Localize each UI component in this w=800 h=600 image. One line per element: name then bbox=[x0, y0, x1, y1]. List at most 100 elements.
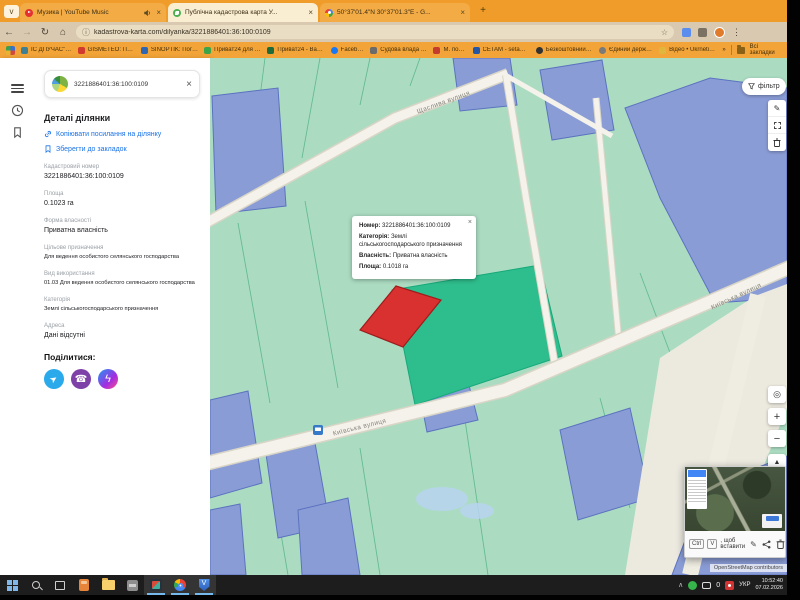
details-title: Деталі ділянки bbox=[44, 113, 200, 123]
map-attribution-link[interactable]: OpenStreetMap contributors bbox=[710, 564, 787, 572]
sidebar-rail bbox=[0, 58, 34, 575]
screenshot-toast[interactable]: Ctrl V , щоб вставити ✎ bbox=[684, 466, 786, 558]
language-indicator[interactable]: УКР bbox=[739, 582, 750, 588]
popup-close-icon[interactable]: × bbox=[468, 218, 472, 228]
screenshot-mini-panel bbox=[687, 469, 707, 509]
tab-close-icon[interactable]: × bbox=[308, 8, 313, 17]
select-area-button[interactable] bbox=[768, 117, 786, 134]
bookmark-item[interactable]: Безкоштовний зак... bbox=[536, 47, 593, 54]
new-tab-button[interactable]: + bbox=[476, 4, 490, 18]
address-bar[interactable]: ⓘ kadastrova-karta.com/dilyanka/32218864… bbox=[76, 25, 674, 39]
discard-trash-icon[interactable] bbox=[776, 539, 785, 549]
apps-grid-icon[interactable] bbox=[6, 46, 15, 55]
screen-edge bbox=[0, 595, 800, 600]
copy-link-button[interactable]: Копіювати посилання на ділянку bbox=[44, 130, 200, 138]
pinned-extension-icon[interactable] bbox=[682, 28, 691, 37]
bookmark-item[interactable]: Єдиний держав... bbox=[599, 47, 653, 54]
zoom-out-button[interactable]: − bbox=[768, 430, 786, 447]
bookmark-item[interactable]: Приват24 для бізне... bbox=[204, 47, 261, 54]
taskbar-search-button[interactable] bbox=[24, 575, 48, 595]
bookmark-item[interactable]: Судова влада Укра... bbox=[370, 47, 427, 54]
speaker-icon[interactable] bbox=[143, 9, 152, 17]
annotate-pen-icon[interactable]: ✎ bbox=[750, 539, 757, 549]
menu-hamburger-icon[interactable] bbox=[11, 82, 24, 95]
tray-green-app-icon[interactable] bbox=[688, 581, 697, 590]
bookmark-item[interactable]: SINOPTIK: Погода в... bbox=[141, 47, 198, 54]
bookmark-label: Судова влада Укра... bbox=[380, 47, 427, 53]
bookmarks-right: » Всі закладки bbox=[722, 44, 781, 56]
bookmark-item[interactable]: GISMETEO: Погода... bbox=[78, 47, 135, 54]
bus-stop-icon bbox=[313, 425, 323, 435]
start-button[interactable] bbox=[0, 575, 24, 595]
water-area bbox=[416, 487, 468, 511]
bookmark-item[interactable]: ІС ДПУЧАС"(12) bbox=[21, 47, 72, 54]
field-label: Цільове призначення bbox=[44, 245, 200, 251]
photos-app-icon bbox=[150, 579, 162, 591]
clear-search-icon[interactable]: × bbox=[186, 79, 192, 90]
filter-button[interactable]: фільтр bbox=[742, 78, 786, 95]
copy-link-icon bbox=[44, 130, 52, 138]
ctrl-key-label: Ctrl bbox=[689, 539, 704, 549]
telegram-share-icon[interactable]: ➤ bbox=[44, 369, 64, 389]
parcel-search-input[interactable]: 3221886401:36:100:0109 × bbox=[44, 70, 200, 98]
clipboard-app-button[interactable] bbox=[72, 575, 96, 595]
save-bookmark-button[interactable]: Зберегти до закладок bbox=[44, 145, 200, 153]
browser-tabstrip: v Музика | YouTube Music × Публічна када… bbox=[0, 0, 787, 22]
bookmarks-overflow-icon[interactable]: » bbox=[722, 47, 725, 53]
filter-funnel-icon bbox=[748, 83, 755, 90]
bookmark-favicon bbox=[141, 47, 148, 54]
screenshot-toolbar: Ctrl V , щоб вставити ✎ bbox=[685, 531, 785, 557]
clock-date: 07.02.2026 bbox=[755, 585, 783, 592]
tray-expand-icon[interactable]: ∧ bbox=[678, 581, 683, 589]
tab-search-button[interactable]: v bbox=[4, 5, 19, 18]
screenshot-preview[interactable] bbox=[685, 467, 785, 531]
clipboard-app-icon bbox=[79, 579, 89, 591]
file-explorer-button[interactable] bbox=[96, 575, 120, 595]
bookmark-item[interactable]: Відео • Ukrnetica7... bbox=[659, 47, 716, 54]
home-button[interactable]: ⌂ bbox=[54, 27, 72, 38]
reload-button[interactable]: ↻ bbox=[36, 27, 54, 38]
chrome-app-button[interactable] bbox=[168, 575, 192, 595]
back-button[interactable]: ← bbox=[0, 27, 18, 38]
tab-cadastral-map[interactable]: Публічна кадастрова карта У... × bbox=[168, 3, 318, 22]
toolbar-right: ⋮ bbox=[682, 27, 741, 38]
tray-red-app-icon[interactable] bbox=[725, 581, 734, 590]
bookmarks-rail-icon[interactable] bbox=[11, 126, 24, 139]
utility-app-button[interactable] bbox=[120, 575, 144, 595]
bookmark-item[interactable]: Facebook bbox=[331, 47, 365, 54]
tab-close-icon[interactable]: × bbox=[460, 8, 465, 17]
task-view-button[interactable] bbox=[48, 575, 72, 595]
bookmark-star-icon[interactable]: ☆ bbox=[661, 28, 668, 37]
tray-badge-count[interactable]: 0 bbox=[716, 582, 720, 589]
bookmark-item[interactable]: Приват24 - Ваш он... bbox=[267, 47, 324, 54]
all-bookmarks-label[interactable]: Всі закладки bbox=[750, 44, 781, 56]
messenger-share-icon[interactable]: ϟ bbox=[98, 369, 118, 389]
draw-pencil-button[interactable]: ✎ bbox=[768, 100, 786, 117]
forward-button[interactable]: → bbox=[18, 27, 36, 38]
taskbar-clock[interactable]: 10:52:40 07.02.2026 bbox=[755, 578, 783, 592]
viber-share-icon[interactable]: ☎ bbox=[71, 369, 91, 389]
north-arrow-icon: ▲ bbox=[774, 459, 781, 466]
browser-menu-icon[interactable]: ⋮ bbox=[732, 27, 741, 38]
site-info-icon[interactable]: ⓘ bbox=[82, 27, 90, 38]
locate-button[interactable]: ◎ bbox=[768, 386, 786, 403]
tray-chat-icon[interactable] bbox=[702, 582, 711, 589]
bookmark-item[interactable]: М. пошта bbox=[433, 47, 466, 54]
map-area[interactable]: Щаслива вулиця Київська вулиця Київська … bbox=[210, 58, 787, 575]
profile-avatar[interactable] bbox=[714, 27, 725, 38]
tab-close-icon[interactable]: × bbox=[156, 8, 161, 17]
zoom-in-button[interactable]: + bbox=[768, 408, 786, 425]
history-clock-icon[interactable] bbox=[11, 104, 24, 117]
shield-app-button[interactable]: V bbox=[192, 575, 216, 595]
tab-google-maps[interactable]: 50°37'01.4"N 30°37'01.3"E - G... × bbox=[320, 3, 470, 22]
cadastre-logo-icon bbox=[52, 76, 68, 92]
photos-app-button[interactable] bbox=[144, 575, 168, 595]
details-sidebar: 3221886401:36:100:0109 × Деталі ділянки … bbox=[0, 58, 210, 575]
share-icon[interactable] bbox=[762, 539, 771, 549]
delete-shape-button[interactable] bbox=[768, 134, 786, 151]
minus-icon: − bbox=[774, 433, 780, 445]
bookmark-item[interactable]: CETAM - setam.net... bbox=[473, 47, 530, 54]
tab-youtube-music[interactable]: Музика | YouTube Music × bbox=[20, 3, 166, 22]
trash-icon bbox=[773, 138, 781, 147]
extensions-puzzle-icon[interactable] bbox=[698, 28, 707, 37]
